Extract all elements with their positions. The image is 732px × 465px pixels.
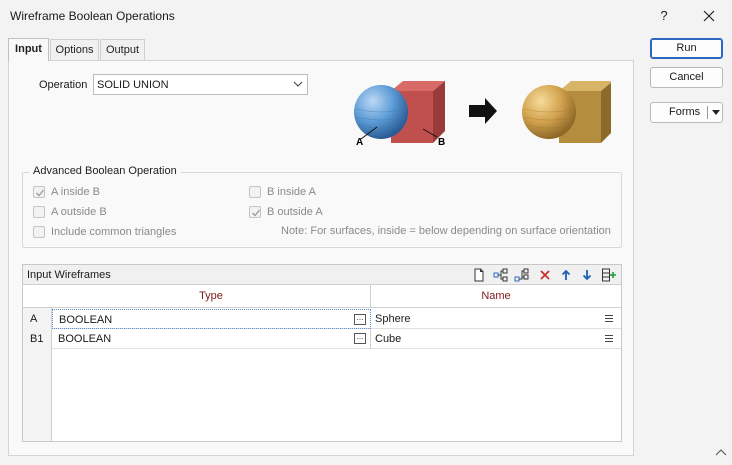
- type-value: BOOLEAN: [59, 314, 113, 326]
- tab-output[interactable]: Output: [100, 39, 145, 60]
- input-wireframes-grid: Input Wireframes Type Name A BOOLEAN ...…: [22, 264, 622, 442]
- type-cell[interactable]: BOOLEAN ...: [52, 309, 371, 329]
- row-id: A: [23, 309, 52, 329]
- surface-note: Note: For surfaces, inside = below depen…: [281, 225, 611, 237]
- tab-input[interactable]: Input: [8, 38, 49, 61]
- input-panel: Operation SOLID UNION A B Advanced Boole…: [8, 60, 634, 456]
- new-page-icon[interactable]: [471, 267, 487, 283]
- grid-title: Input Wireframes: [27, 269, 111, 281]
- a-outside-b-label: A outside B: [51, 206, 107, 218]
- name-cell[interactable]: Sphere: [371, 309, 621, 329]
- close-button[interactable]: [696, 4, 722, 28]
- advanced-group-title: Advanced Boolean Operation: [29, 165, 181, 177]
- operation-label: Operation: [39, 79, 88, 91]
- move-up-icon[interactable]: [558, 267, 574, 283]
- b-outside-a-label: B outside A: [267, 206, 323, 218]
- list-menu-icon[interactable]: [605, 334, 613, 343]
- table-row[interactable]: B1 BOOLEAN ... Cube: [23, 329, 621, 349]
- dropdown-arrow-icon[interactable]: [712, 110, 720, 115]
- a-inside-b-label: A inside B: [51, 186, 100, 198]
- close-icon: [703, 10, 715, 22]
- forms-button[interactable]: Forms: [650, 102, 723, 123]
- operation-select[interactable]: SOLID UNION: [93, 74, 308, 95]
- ellipsis-icon[interactable]: ...: [354, 333, 366, 344]
- collapse-chevron-icon[interactable]: [714, 447, 728, 459]
- window-title: Wireframe Boolean Operations: [10, 9, 175, 23]
- name-value: Cube: [375, 333, 402, 345]
- boolean-illustration: A B: [354, 81, 611, 148]
- run-button-label: Run: [676, 42, 697, 54]
- check-icon: [252, 209, 261, 217]
- type-value: BOOLEAN: [58, 333, 112, 345]
- add-column-icon[interactable]: [601, 267, 617, 283]
- checkbox-box: [33, 206, 45, 218]
- b-inside-a-label: B inside A: [267, 186, 316, 198]
- label-a: A: [356, 137, 363, 148]
- tab-options[interactable]: Options: [50, 39, 99, 60]
- name-value: Sphere: [375, 313, 411, 325]
- check-icon: [36, 189, 45, 197]
- include-common-triangles-label: Include common triangles: [51, 226, 177, 238]
- label-b: B: [438, 137, 445, 148]
- run-button[interactable]: Run: [650, 38, 723, 59]
- a-inside-b-checkbox[interactable]: A inside B: [33, 185, 100, 199]
- cancel-button-label: Cancel: [669, 71, 704, 83]
- checkbox-box: [33, 186, 45, 198]
- column-header-name[interactable]: Name: [371, 285, 621, 307]
- b-inside-a-checkbox[interactable]: B inside A: [249, 185, 316, 199]
- chevron-down-icon: [293, 81, 303, 87]
- name-cell[interactable]: Cube: [371, 329, 621, 349]
- insert-row-icon[interactable]: [493, 267, 509, 283]
- arrow-right-icon: [469, 98, 497, 124]
- row-id: B1: [23, 329, 52, 349]
- checkbox-box: [33, 226, 45, 238]
- checkbox-box: [249, 186, 261, 198]
- type-cell[interactable]: BOOLEAN ...: [52, 329, 371, 349]
- delete-icon[interactable]: [537, 267, 553, 283]
- grid-column-headers: Type Name: [23, 285, 621, 308]
- grid-header: Input Wireframes: [23, 265, 621, 285]
- cancel-button[interactable]: Cancel: [650, 67, 723, 88]
- table-row[interactable]: A BOOLEAN ... Sphere: [23, 309, 621, 329]
- operation-value: SOLID UNION: [97, 79, 169, 91]
- forms-button-label: Forms: [669, 106, 701, 118]
- b-outside-a-checkbox[interactable]: B outside A: [249, 205, 323, 219]
- append-row-icon[interactable]: [514, 267, 530, 283]
- a-outside-b-checkbox[interactable]: A outside B: [33, 205, 107, 219]
- forms-separator: [707, 106, 708, 119]
- checkbox-box: [249, 206, 261, 218]
- list-menu-icon[interactable]: [605, 314, 613, 323]
- move-down-icon[interactable]: [579, 267, 595, 283]
- union-result-shape: [522, 81, 611, 143]
- ellipsis-icon[interactable]: ...: [354, 314, 366, 325]
- title-bar: Wireframe Boolean Operations ?: [0, 0, 732, 32]
- help-button[interactable]: ?: [652, 5, 676, 27]
- include-common-triangles-checkbox[interactable]: Include common triangles: [33, 225, 176, 239]
- column-header-type[interactable]: Type: [52, 285, 371, 307]
